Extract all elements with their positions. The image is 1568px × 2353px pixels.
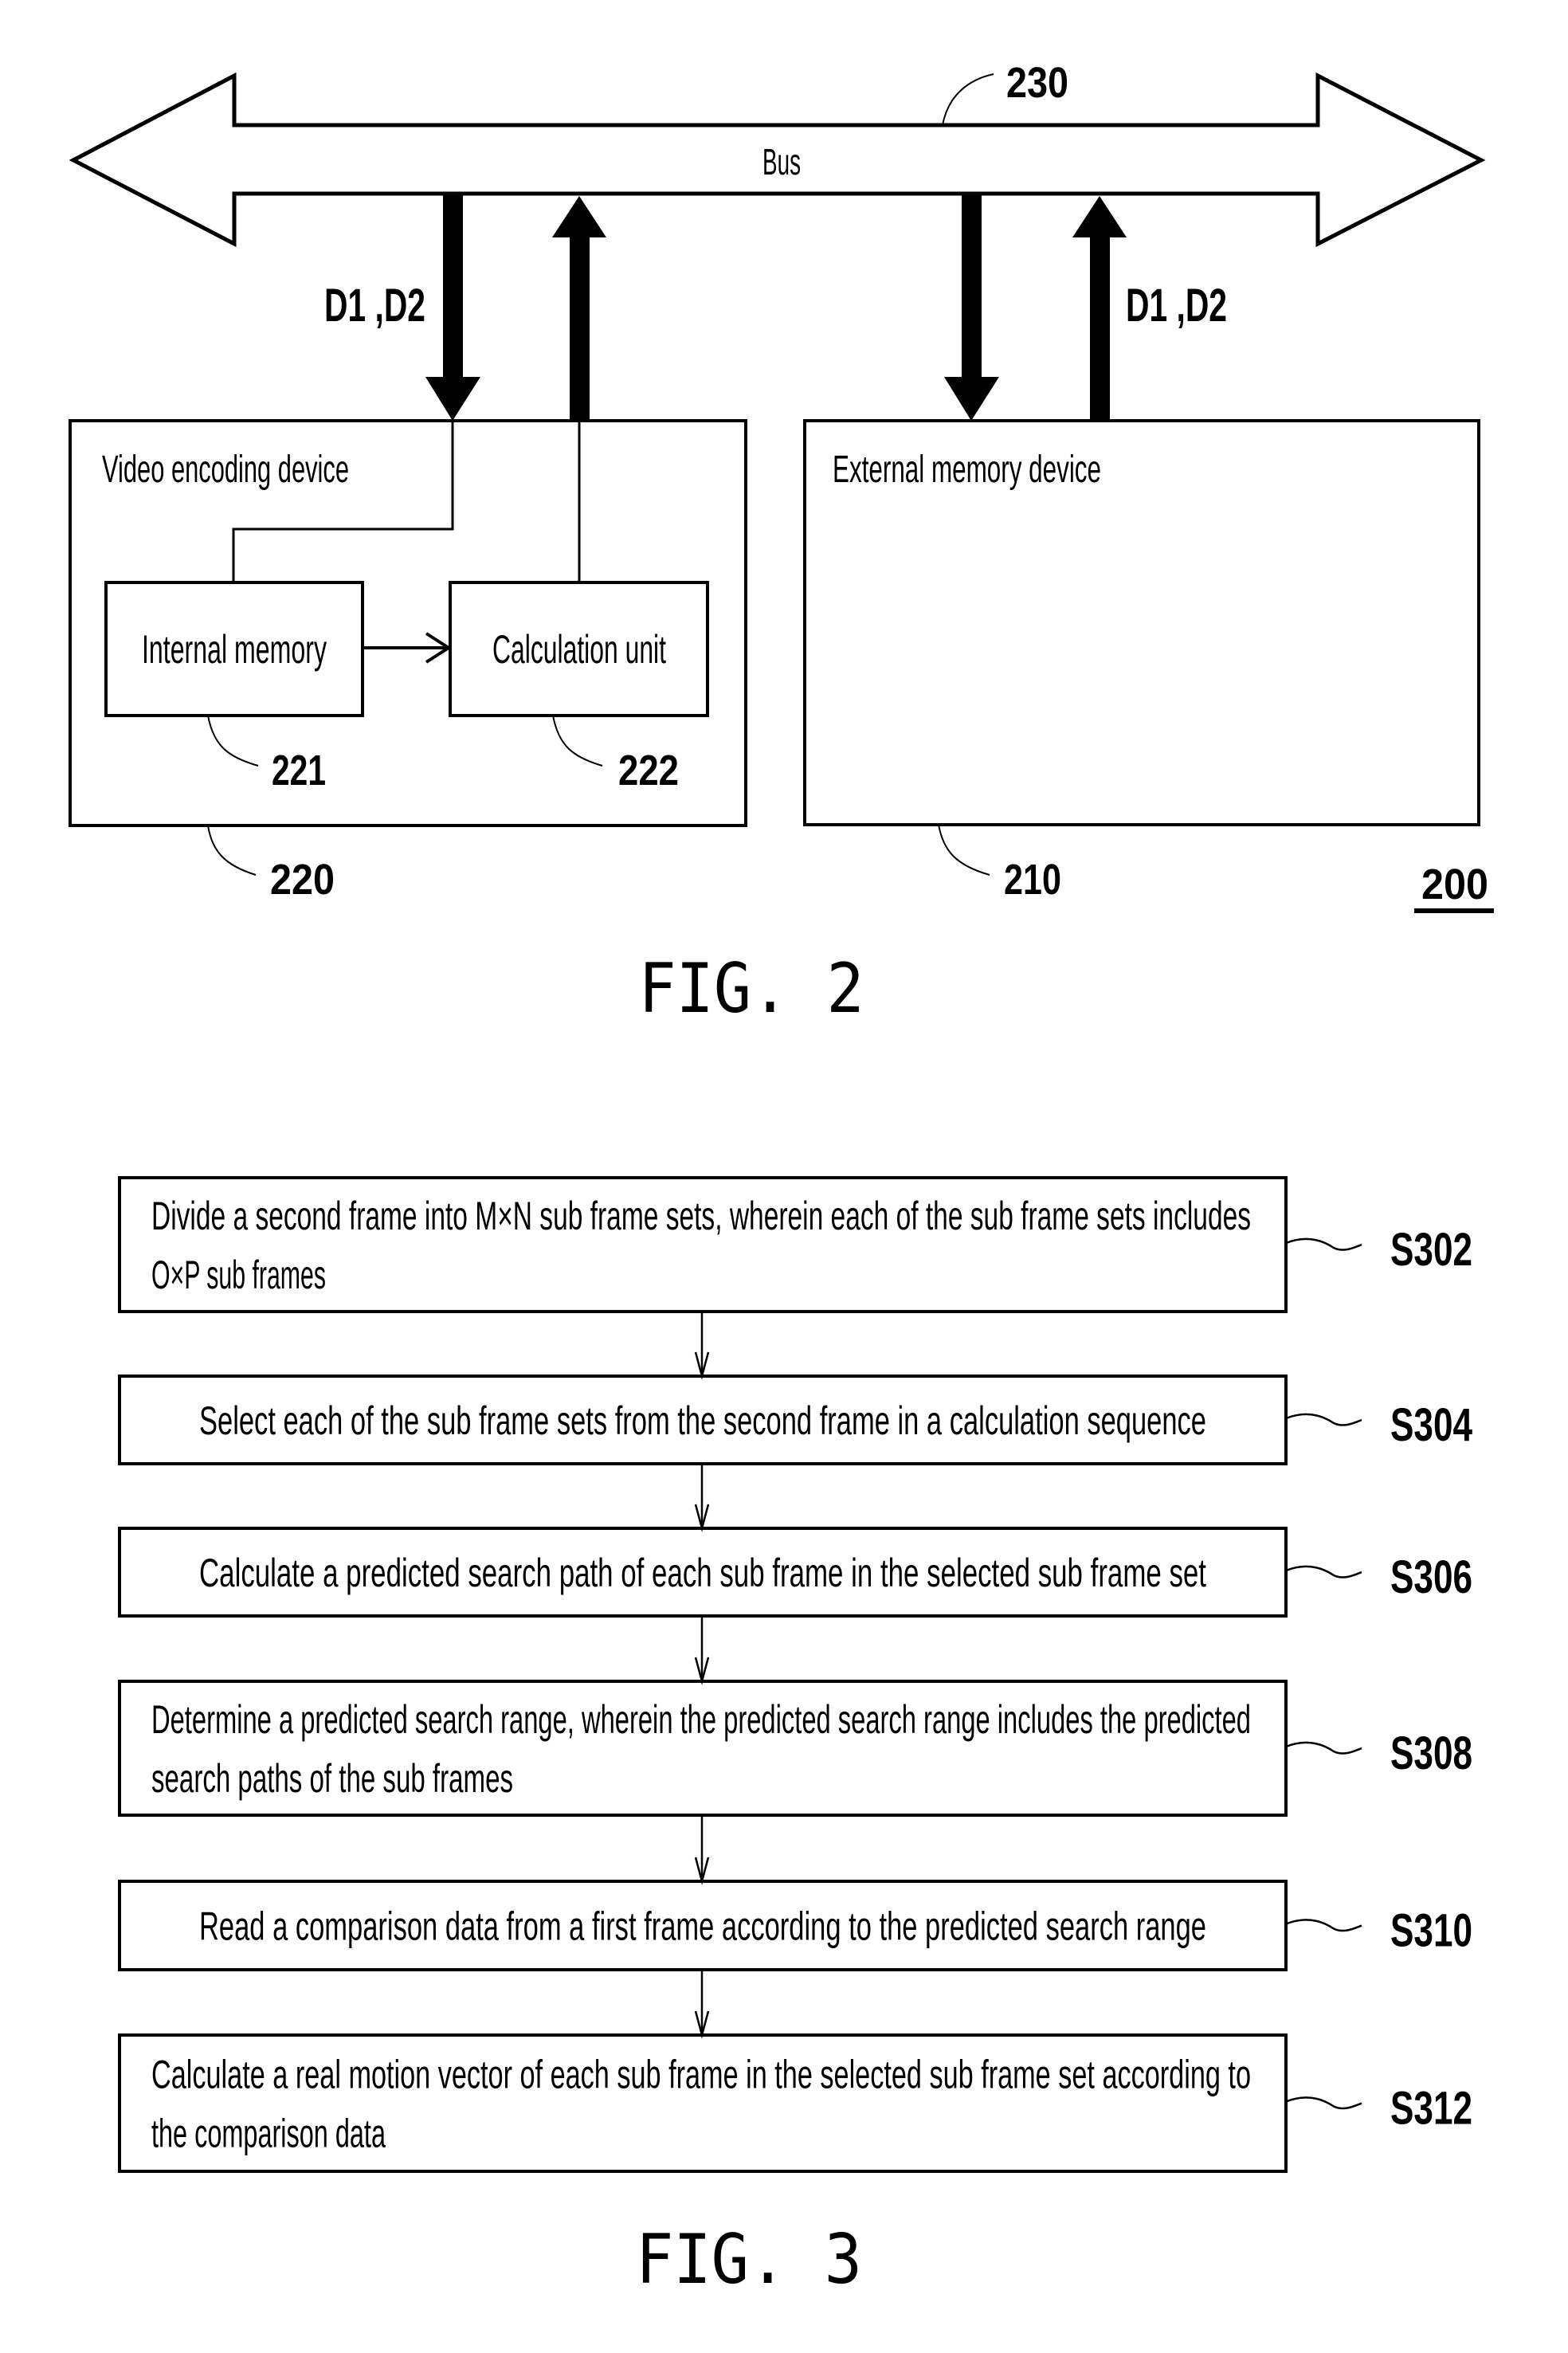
bus-to-external-memory-arrow (944, 194, 999, 421)
flow-arrow (694, 1312, 710, 1380)
external-memory-device-block: External memory device (803, 419, 1480, 826)
encoder-to-bus-arrow (552, 196, 606, 421)
bus-ref-label: 230 (1006, 59, 1068, 107)
fig3-flowchart: FIG. 3 Divide a second frame into M×N su… (118, 1176, 1472, 2300)
step-ref-leader (1285, 2096, 1362, 2110)
encoder-input-line (232, 421, 454, 582)
step-ref-label: S312 (1390, 2083, 1472, 2135)
step-text: Calculate a real motion vector of each s… (151, 2053, 1251, 2097)
external-memory-device-ref-label: 210 (1004, 856, 1061, 904)
patent-drawing-sheet: Bus 230 D1 ,D2 D1 ,D2 Video encoding dev… (69, 59, 1494, 2300)
flowchart-step: Read a comparison data from a first fram… (118, 1880, 1472, 2039)
external-memory-device-ref-leader (938, 824, 990, 876)
step-ref-leader (1285, 1919, 1362, 1932)
step-ref-label: S304 (1390, 1399, 1472, 1451)
flowchart-step: Determine a predicted search range, wher… (118, 1680, 1472, 1885)
external-memory-device-label: External memory device (833, 449, 1101, 491)
fig2-diagram: Bus 230 D1 ,D2 D1 ,D2 Video encoding dev… (69, 59, 1494, 1029)
signal-label-left: D1 ,D2 (324, 280, 425, 331)
flowchart-step: Divide a second frame into M×N sub frame… (118, 1176, 1472, 1380)
system-ref-label: 200 (1421, 861, 1488, 908)
flow-arrow (694, 1464, 710, 1532)
memory-to-calculation-arrow (363, 632, 452, 664)
flowchart-step: Select each of the sub frame sets from t… (118, 1375, 1472, 1532)
internal-memory-ref-label: 221 (272, 747, 326, 794)
video-encoding-device-ref-label: 220 (270, 856, 335, 904)
step-ref-leader (1285, 1237, 1362, 1251)
step-text: Calculate a predicted search path of eac… (199, 1551, 1206, 1595)
step-ref-leader (1285, 1565, 1362, 1578)
step-text: O×P sub frames (151, 1253, 326, 1297)
video-encoding-device-ref-leader (207, 825, 257, 876)
calculation-unit-ref-label: 222 (618, 747, 679, 794)
internal-memory-block: Internal memory (104, 581, 364, 717)
bus-ref-leader (942, 73, 994, 126)
step-text: search paths of the sub frames (151, 1756, 513, 1801)
step-ref-label: S306 (1390, 1551, 1472, 1603)
flow-arrow (694, 1970, 710, 2039)
internal-memory-label: Internal memory (142, 627, 327, 672)
step-ref-label: S310 (1390, 1905, 1472, 1957)
system-ref-underline (1414, 908, 1494, 913)
video-encoding-device-block: Video encoding device Internal memory Ca… (69, 419, 747, 827)
flow-arrow (694, 1616, 710, 1685)
step-ref-label: S302 (1390, 1224, 1472, 1276)
step-text: Divide a second frame into M×N sub frame… (151, 1194, 1251, 1238)
signal-label-right: D1 ,D2 (1126, 280, 1227, 331)
step-text: Determine a predicted search range, wher… (151, 1697, 1251, 1742)
calculation-unit-block: Calculation unit (449, 581, 709, 717)
internal-memory-ref-leader (207, 715, 259, 767)
step-ref-label: S308 (1390, 1727, 1472, 1779)
step-ref-leader (1285, 1413, 1362, 1426)
step-text: Read a comparison data from a first fram… (199, 1904, 1206, 1949)
bus-to-encoder-arrow (425, 194, 480, 421)
calculation-unit-label: Calculation unit (492, 627, 666, 672)
external-memory-to-bus-arrow (1072, 196, 1127, 421)
flowchart-step: Calculate a predicted search path of eac… (118, 1527, 1472, 1685)
fig2-caption: FIG. 2 (639, 949, 864, 1029)
step-text: Select each of the sub frame sets from t… (199, 1398, 1206, 1443)
flowchart-step: Calculate a real motion vector of each s… (118, 2033, 1472, 2173)
fig3-caption: FIG. 3 (636, 2220, 862, 2300)
bus-label: Bus (762, 141, 801, 182)
step-ref-leader (1285, 1741, 1362, 1755)
step-text: the comparison data (151, 2112, 386, 2156)
video-encoding-device-label: Video encoding device (102, 449, 349, 491)
flow-arrow (694, 1815, 710, 1885)
calculation-unit-ref-leader (552, 715, 603, 767)
